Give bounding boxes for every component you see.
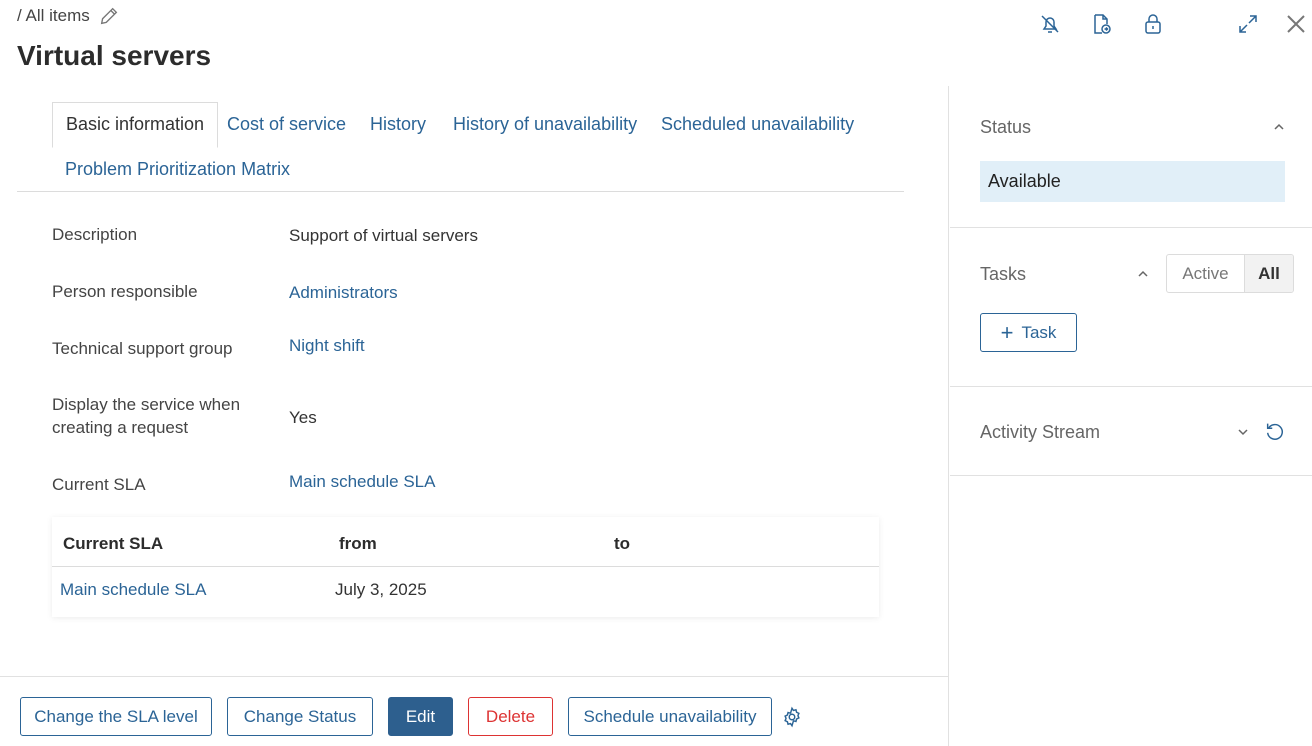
display-service-label-line1: Display the service when [52,395,241,414]
current-sla-link[interactable]: Main schedule SLA [289,472,435,492]
sla-column-from[interactable]: from [339,534,377,554]
tab-history-of-unavailability[interactable]: History of unavailability [453,114,637,135]
tab-basic-information[interactable]: Basic information [52,102,219,148]
bell-off-icon[interactable] [1034,8,1066,40]
sla-row-name-link[interactable]: Main schedule SLA [60,580,206,600]
add-task-label: Task [1021,322,1057,342]
current-sla-label: Current SLA [52,475,146,494]
sla-table: Current SLA from to Main schedule SLA Ju… [52,517,879,617]
side-panel: Status Available Tasks Active All + Task… [950,86,1312,746]
sla-column-current-sla[interactable]: Current SLA [63,534,163,554]
change-status-button[interactable]: Change Status [227,697,373,736]
edit-button[interactable]: Edit [388,697,453,736]
close-icon[interactable] [1280,8,1312,40]
page-title: Virtual servers [17,40,212,71]
refresh-icon[interactable] [1264,420,1286,442]
tab-bar: Basic information Cost of service Histor… [17,102,904,192]
tab-history[interactable]: History [370,114,426,135]
tab-scheduled-unavailability[interactable]: Scheduled unavailability [661,114,854,135]
gear-icon[interactable] [781,706,803,728]
breadcrumb-text[interactable]: / All items [17,6,90,26]
lock-icon[interactable] [1137,8,1169,40]
chevron-up-icon[interactable] [1271,119,1287,135]
description-value: Support of virtual servers [289,226,478,245]
tab-problem-prioritization-matrix[interactable]: Problem Prioritization Matrix [65,159,290,180]
activity-divider [950,475,1312,476]
document-export-icon[interactable] [1085,8,1117,40]
display-service-label-line2: creating a request [52,418,189,437]
tasks-section-title[interactable]: Tasks [980,264,1026,285]
status-badge: Available [980,161,1285,202]
main-pane: Basic information Cost of service Histor… [0,86,949,746]
support-group-label: Technical support group [52,339,233,358]
activity-stream-title[interactable]: Activity Stream [980,422,1100,443]
tasks-divider [950,386,1312,387]
sla-table-header: Current SLA from to [52,517,879,567]
person-responsible-label: Person responsible [52,282,198,301]
status-section-title[interactable]: Status [980,117,1031,138]
description-label: Description [52,225,138,244]
schedule-unavailability-button[interactable]: Schedule unavailability [568,697,772,736]
breadcrumb: / All items [17,5,120,27]
status-divider [950,227,1312,228]
filter-active[interactable]: Active [1167,255,1244,292]
chevron-down-icon[interactable] [1235,424,1251,440]
add-task-button[interactable]: + Task [980,313,1077,352]
chevron-up-icon[interactable] [1135,266,1151,282]
display-service-value: Yes [289,408,317,427]
tab-cost-of-service[interactable]: Cost of service [227,114,346,135]
pencil-icon[interactable] [98,5,120,27]
person-responsible-link[interactable]: Administrators [289,283,398,303]
delete-button[interactable]: Delete [468,697,553,736]
task-filter: Active All [1166,254,1294,293]
display-service-label: Display the service when creating a requ… [52,393,240,439]
plus-icon: + [1000,319,1014,345]
sla-column-to[interactable]: to [614,534,630,554]
change-sla-button[interactable]: Change the SLA level [20,697,212,736]
filter-all[interactable]: All [1243,255,1293,292]
action-bar: Change the SLA level Change Status Edit … [0,676,949,746]
expand-icon[interactable] [1232,8,1264,40]
sla-row-from: July 3, 2025 [335,580,427,599]
support-group-link[interactable]: Night shift [289,336,365,356]
